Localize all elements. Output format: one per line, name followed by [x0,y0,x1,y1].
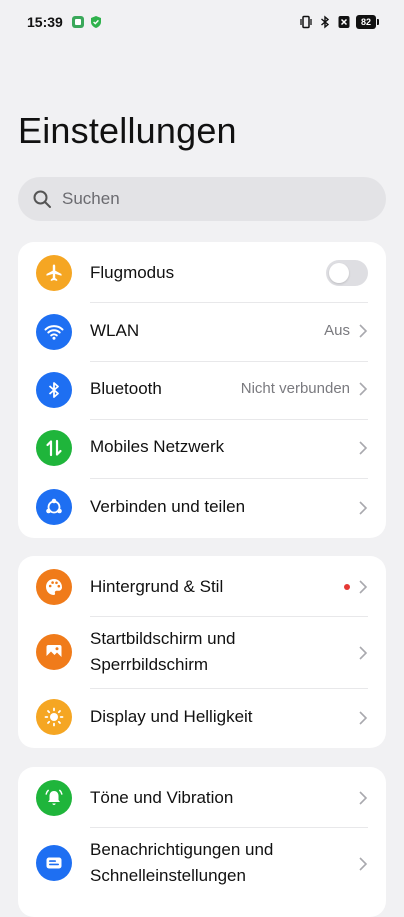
app-notification-icon [72,16,84,28]
wifi-icon [36,314,72,350]
settings-item-wlan[interactable]: WLAN Aus [18,302,386,361]
search-bar[interactable] [18,177,386,221]
flugmodus-toggle[interactable] [326,260,368,286]
settings-item-label-line1: Benachrichtigungen und [90,840,274,859]
bluetooth-icon [36,372,72,408]
brightness-icon [36,699,72,735]
settings-item-benachrichtigungen[interactable]: Benachrichtigungen und Schnelleinstellun… [18,827,386,899]
settings-item-label-line2: Sperrbildschirm [90,655,209,674]
chevron-right-icon [359,646,368,660]
settings-item-bluetooth[interactable]: Bluetooth Nicht verbunden [18,361,386,419]
chevron-right-icon [359,580,368,594]
settings-item-value: Nicht verbunden [240,380,350,397]
status-time: 15:39 [27,14,63,30]
page-title: Einstellungen [18,110,237,151]
settings-item-mobiles-netzwerk[interactable]: Mobiles Netzwerk [18,419,386,478]
settings-item-hintergrund-stil[interactable]: Hintergrund & Stil [18,556,386,617]
settings-group-personalization: Hintergrund & Stil Startbildschirm und S… [18,556,386,748]
settings-group-connectivity: Flugmodus WLAN Aus Bluetooth Nicht verbu… [18,242,386,538]
settings-item-toene-vibration[interactable]: Töne und Vibration [18,767,386,828]
vibrate-icon [300,15,312,29]
chevron-right-icon [359,324,368,338]
settings-item-label: Bluetooth [90,379,162,398]
wallpaper-icon [36,634,72,670]
settings-item-label: Verbinden und teilen [90,497,246,516]
share-icon [36,489,72,525]
settings-item-value: Aus [324,322,350,339]
settings-item-label: Töne und Vibration [90,788,234,807]
status-bar: 15:39 82 [0,0,404,44]
settings-item-label: Mobiles Netzwerk [90,437,225,456]
settings-item-label: Display und Helligkeit [90,707,253,726]
settings-item-label-line1: Startbildschirm und [90,629,236,648]
settings-item-label: Flugmodus [90,263,175,282]
new-badge-dot [344,584,350,590]
shield-icon [91,16,101,28]
toggle-knob [329,263,349,283]
chevron-right-icon [359,501,368,515]
chevron-right-icon [359,711,368,725]
mobile-data-icon [36,430,72,466]
bell-icon [36,780,72,816]
settings-item-display-helligkeit[interactable]: Display und Helligkeit [18,688,386,748]
settings-group-sound-notifications: Töne und Vibration Benachrichtigungen un… [18,767,386,917]
settings-item-startbildschirm[interactable]: Startbildschirm und Sperrbildschirm [18,616,386,688]
search-input[interactable] [62,177,362,221]
chevron-right-icon [359,382,368,396]
settings-item-label: Hintergrund & Stil [90,577,224,596]
airplane-icon [36,255,72,291]
chevron-right-icon [359,441,368,455]
palette-icon [36,569,72,605]
search-icon [33,190,51,208]
chevron-right-icon [359,791,368,805]
no-sim-icon [338,16,350,28]
notification-icon [36,845,72,881]
settings-item-label: WLAN [90,321,140,340]
settings-item-verbinden-teilen[interactable]: Verbinden und teilen [18,478,386,538]
chevron-right-icon [359,857,368,871]
bluetooth-status-icon [321,15,330,29]
settings-item-label-line2: Schnelleinstellungen [90,866,246,885]
settings-item-flugmodus[interactable]: Flugmodus [18,242,386,304]
battery-level: 82 [356,15,376,29]
battery-indicator: 82 [356,15,380,29]
